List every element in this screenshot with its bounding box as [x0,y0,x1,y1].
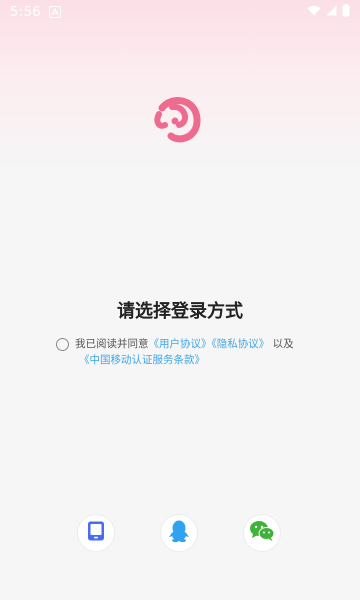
qq-penguin-icon [168,519,190,547]
wechat-icon [249,520,275,546]
login-method-title: 请选择登录方式 [117,301,243,322]
qq-login-button[interactable] [160,514,198,552]
status-icons [307,3,350,21]
notification-a-icon [49,6,62,18]
cmcc-terms-link[interactable]: 《中国移动认证服务条款》 [79,354,205,366]
battery-icon [342,3,350,21]
privacy-agreement-link[interactable]: 《隐私协议》 [212,338,270,350]
agree-checkbox[interactable] [56,338,69,351]
agreement-prefix: 我已阅读并同意 [75,338,149,350]
agreement-conjunction: 以及 [272,338,294,350]
app-logo-icon [150,92,208,150]
agreement-section: 我已阅读并同意《用户协议》《隐私协议》 以及 《中国移动认证服务条款》 [56,336,316,368]
phone-login-button[interactable] [77,514,115,552]
login-options [0,514,360,552]
phone-icon [87,521,105,545]
signal-icon [326,5,337,20]
wechat-login-button[interactable] [243,514,281,552]
user-agreement-link[interactable]: 《用户协议》 [149,338,212,350]
wifi-icon [307,5,321,20]
status-bar: 5:56 [0,0,360,24]
status-time: 5:56 [10,4,42,20]
